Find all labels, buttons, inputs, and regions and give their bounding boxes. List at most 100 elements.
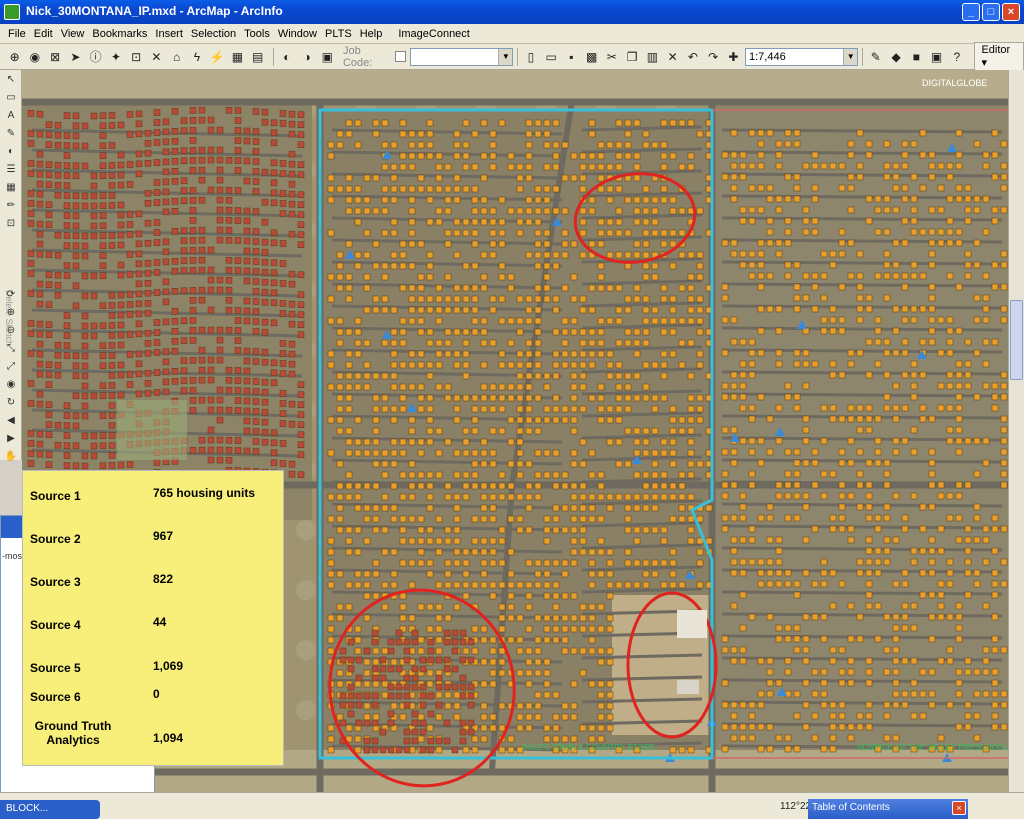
menu-imageconnect[interactable]: ImageConnect [398,28,470,40]
house-marker [180,387,188,395]
menu-plts[interactable]: PLTS [325,28,352,40]
arctoolbox-icon[interactable]: ◆ [887,48,904,66]
delete-icon[interactable]: ✕ [664,48,681,66]
fixed-zoom-out-icon[interactable]: ⤢ [2,359,20,375]
house-marker [757,162,765,170]
back-arrow-icon[interactable]: ◀ [2,413,20,429]
house-marker [543,405,551,413]
draw-icon[interactable]: ✎ [2,126,20,142]
whats-this-icon[interactable]: ? [948,48,965,66]
refresh-icon[interactable]: ⟳ [2,287,20,303]
zoom-out-tool-icon[interactable]: ⊖ [2,323,20,339]
swipe-icon[interactable]: ◐ [278,48,295,66]
grid-icon[interactable]: ▦ [2,180,20,196]
copy-icon[interactable]: ❐ [624,48,641,66]
globe-tool-icon[interactable]: ◉ [2,377,20,393]
house-marker [216,396,224,404]
house-marker [730,734,738,742]
globe-icon[interactable]: ◉ [26,48,43,66]
pencil-icon[interactable]: ✏ [2,198,20,214]
house-marker [802,613,810,621]
cut-icon[interactable]: ✂ [603,48,620,66]
open-folder-icon[interactable]: ▭ [543,48,560,66]
scrollbar-thumb[interactable] [1010,300,1023,380]
menu-insert[interactable]: Insert [155,28,183,40]
frame-icon[interactable]: ⊡ [2,216,20,232]
menu-bookmarks[interactable]: Bookmarks [92,28,147,40]
map-vertical-scrollbar[interactable] [1008,70,1024,792]
house-marker [480,724,488,732]
house-marker [390,504,398,512]
pointer-icon[interactable]: ↖ [2,72,20,88]
xy-icon[interactable]: ✕ [148,48,165,66]
flicker-icon[interactable]: ◑ [298,48,315,66]
house-marker [489,449,497,457]
undo-icon[interactable]: ↶ [684,48,701,66]
house-marker [651,526,659,534]
scale-dropdown[interactable]: 1:7,446 ▼ [745,47,859,66]
refresh-view-icon[interactable]: ↻ [2,395,20,411]
print-icon[interactable]: ▩ [583,48,600,66]
house-marker [162,198,170,206]
tool-icon[interactable]: ⌂ [168,48,185,66]
house-marker [910,448,918,456]
house-marker [207,126,215,134]
job-code-checkbox[interactable] [395,51,406,62]
layer-icon[interactable]: ▤ [249,48,266,66]
find-icon[interactable]: ✦ [107,48,124,66]
toc-close-icon[interactable]: × [952,801,966,815]
house-marker [453,548,461,556]
full-extent-icon[interactable]: ⊠ [47,48,64,66]
menu-file[interactable]: File [8,28,26,40]
house-marker [865,547,873,555]
table-of-contents-window[interactable]: Table of Contents × [808,799,968,819]
list-icon[interactable]: ☰ [2,162,20,178]
save-icon[interactable]: ▪ [563,48,580,66]
house-marker [336,515,344,523]
lightning-icon[interactable]: ϟ [188,48,205,66]
house-marker [408,141,416,149]
zoom-in-tool-icon[interactable]: ⊕ [2,305,20,321]
house-marker [642,482,650,490]
select-arrow-icon[interactable]: ➤ [67,48,84,66]
close-button[interactable]: × [1002,3,1020,21]
house-marker [363,196,371,204]
house-marker [919,712,927,720]
taskbar-block-button[interactable]: BLOCK... [0,800,100,819]
add-data-icon[interactable]: ✚ [725,48,742,66]
measure-icon[interactable]: ⊡ [128,48,145,66]
house-marker [126,221,134,228]
editor-pencil-icon[interactable]: ✎ [867,48,884,66]
pan-hand-icon[interactable]: ✋ [2,449,20,465]
hyperlink-icon[interactable]: ⚡ [209,48,226,66]
toolbox-red-icon[interactable]: ■ [908,48,925,66]
maximize-button[interactable]: □ [982,3,1000,21]
house-marker [856,404,864,412]
house-marker [552,350,560,358]
transparency-icon[interactable]: ▣ [319,48,336,66]
house-marker [669,306,677,314]
paste-icon[interactable]: ▥ [644,48,661,66]
rectangle-icon[interactable]: ▭ [2,90,20,106]
identify-icon[interactable]: ⓘ [87,48,104,66]
forward-arrow-icon[interactable]: ▶ [2,431,20,447]
menu-selection[interactable]: Selection [191,28,236,40]
editor-dropdown[interactable]: Editor ▾ [974,42,1024,71]
new-document-icon[interactable]: ▯ [522,48,539,66]
html-popup-icon[interactable]: ▦ [229,48,246,66]
house-marker [327,548,335,556]
menu-tools[interactable]: Tools [244,28,270,40]
job-code-dropdown[interactable]: ▼ [409,47,514,66]
text-tool-icon[interactable]: A [2,108,20,124]
redo-icon[interactable]: ↷ [705,48,722,66]
circle-icon[interactable]: ◐ [2,144,20,160]
house-marker [507,416,515,424]
menu-help[interactable]: Help [360,28,383,40]
menu-window[interactable]: Window [278,28,317,40]
menu-view[interactable]: View [61,28,85,40]
minimize-button[interactable]: _ [962,3,980,21]
menu-edit[interactable]: Edit [34,28,53,40]
zoom-in-icon[interactable]: ⊕ [6,48,23,66]
command-line-icon[interactable]: ▣ [928,48,945,66]
fixed-zoom-in-icon[interactable]: ⤡ [2,341,20,357]
